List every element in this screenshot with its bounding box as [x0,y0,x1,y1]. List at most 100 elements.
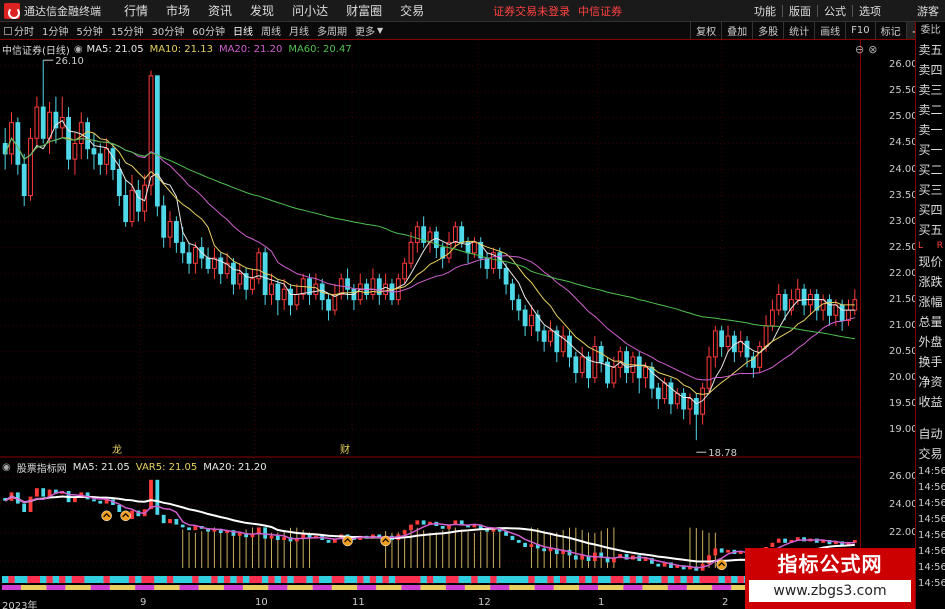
candle-body [180,241,186,254]
trend-bar-bottom [287,585,295,590]
trend-bar-top [128,576,136,583]
period-more[interactable]: 更多 ▼ [351,23,387,38]
title-bar: 通达信金融终端 行情 市场 资讯 发现 问小达 财富圈 交易 证券交易未登录 中… [0,0,945,22]
sub-candle [41,488,46,497]
side-item-17[interactable]: 收益 [916,392,945,412]
menu-options[interactable]: 选项 [853,3,887,19]
menu-market[interactable]: 市场 [157,2,199,19]
menu-quotes[interactable]: 行情 [115,2,157,19]
period-60min[interactable]: 60分钟 [188,23,229,38]
trend-bar-top [680,576,688,583]
price-tick-label: 20.50 [889,345,918,357]
side-item-6[interactable]: 买二 [916,160,945,180]
side-item-14[interactable]: 外盘 [916,332,945,352]
signal-marker [120,510,131,522]
side-item-9[interactable]: 买五 [916,220,945,240]
statistics-button[interactable]: 统计 [783,22,814,39]
side-committee-ratio[interactable]: 委比 [916,22,945,40]
price-tick-label: 22.50 [889,241,918,253]
side-item-15[interactable]: 换手 [916,352,945,372]
draw-line-button[interactable]: 画线 [814,22,845,39]
period-weekly[interactable]: 周线 [257,23,285,38]
trend-bar-bottom [8,585,16,590]
candle-body [142,184,148,212]
candle-body [294,293,300,306]
sub-candle [440,526,445,529]
period-1min[interactable]: 1分钟 [38,23,72,38]
candle-body [617,351,623,368]
side-item-7[interactable]: 买三 [916,180,945,200]
side-item-18[interactable]: 自动 [916,424,945,444]
period-intraday[interactable]: 分时 [0,23,38,38]
trend-bar-bottom [59,585,66,590]
settings-icon[interactable]: ◉ [74,44,83,55]
menu-ask[interactable]: 问小达 [283,2,337,19]
mark-button[interactable]: 标记 [874,22,906,39]
price-axis: 26.00 25.50 25.00 24.50 24.00 23.50 23.00 22.50… [860,40,918,609]
adjust-button[interactable]: 复权 [690,22,721,39]
trend-bar-top [78,576,85,583]
multi-stock-button[interactable]: 多股 [752,22,783,39]
menu-function[interactable]: 功能 [748,3,782,19]
side-item-19[interactable]: 交易 [916,444,945,464]
side-item-1[interactable]: 卖四 [916,60,945,80]
overlay-button[interactable]: 叠加 [721,22,752,39]
side-item-10[interactable]: 现价 [916,252,945,272]
settings-icon[interactable]: ◉ [2,462,11,473]
menu-news[interactable]: 资讯 [199,2,241,19]
period-multi[interactable]: 多周期 [313,23,351,38]
menu-discover[interactable]: 发现 [241,2,283,19]
menu-layout[interactable]: 版面 [783,3,817,19]
side-item-4[interactable]: 卖一 [916,120,945,140]
side-item-11[interactable]: 涨跌 [916,272,945,292]
login-status[interactable]: 证券交易未登录 [493,3,570,19]
side-item-3[interactable]: 卖二 [916,100,945,120]
side-item-12[interactable]: 涨幅 [916,292,945,312]
side-left-label[interactable]: L [918,240,923,252]
guest-button[interactable]: 游客 [917,3,939,19]
menu-trade[interactable]: 交易 [391,2,433,19]
period-5min[interactable]: 5分钟 [72,23,106,38]
stock-name[interactable]: 中信证券(日线) [2,42,70,57]
side-item-13[interactable]: 总量 [916,312,945,332]
trend-bar-top [173,576,181,583]
side-item-5[interactable]: 买一 [916,140,945,160]
side-item-0[interactable]: 卖五 [916,40,945,60]
watermark-url: www.zbgs3.com [749,580,911,602]
period-30min[interactable]: 30分钟 [147,23,188,38]
indicator-name[interactable]: 股票指标网 [17,460,67,475]
side-item-2[interactable]: 卖三 [916,80,945,100]
trend-bar-top [426,576,434,583]
trend-bar-bottom [300,585,307,590]
trend-bar-bottom [648,585,656,590]
trend-bar-top [731,576,739,583]
minimize-icon[interactable]: ⊖ [855,43,864,56]
close-icon[interactable]: ⊗ [868,43,877,56]
trend-bar-top [515,576,523,583]
candle-body [668,382,674,405]
sub-candle [409,524,413,531]
period-daily[interactable]: 日线 [229,23,257,38]
menu-formula[interactable]: 公式 [818,3,852,19]
candle-body [522,309,528,327]
side-item-16[interactable]: 净资 [916,372,945,392]
price-chart[interactable]: 26.10 18.78 龙 财 [0,40,860,600]
trend-bar-top [217,576,225,583]
period-monthly[interactable]: 月线 [285,23,313,38]
period-15min[interactable]: 15分钟 [107,23,148,38]
menu-wealth[interactable]: 财富圈 [337,2,391,19]
candle-body [624,351,629,374]
candle-body [34,106,40,139]
sub-candle [656,563,661,567]
side-item-8[interactable]: 买四 [916,200,945,220]
trend-bar-bottom [90,585,98,590]
trend-bar-bottom [610,585,618,590]
trend-bar-bottom [338,585,345,590]
date-label: 2 [722,597,729,608]
trend-bar-top [559,576,567,583]
trend-bar-bottom [407,585,415,590]
f10-button[interactable]: F10 [845,22,874,39]
candle-body [712,330,718,358]
side-right-label[interactable]: R [937,240,943,252]
trend-bar-bottom [160,585,168,590]
